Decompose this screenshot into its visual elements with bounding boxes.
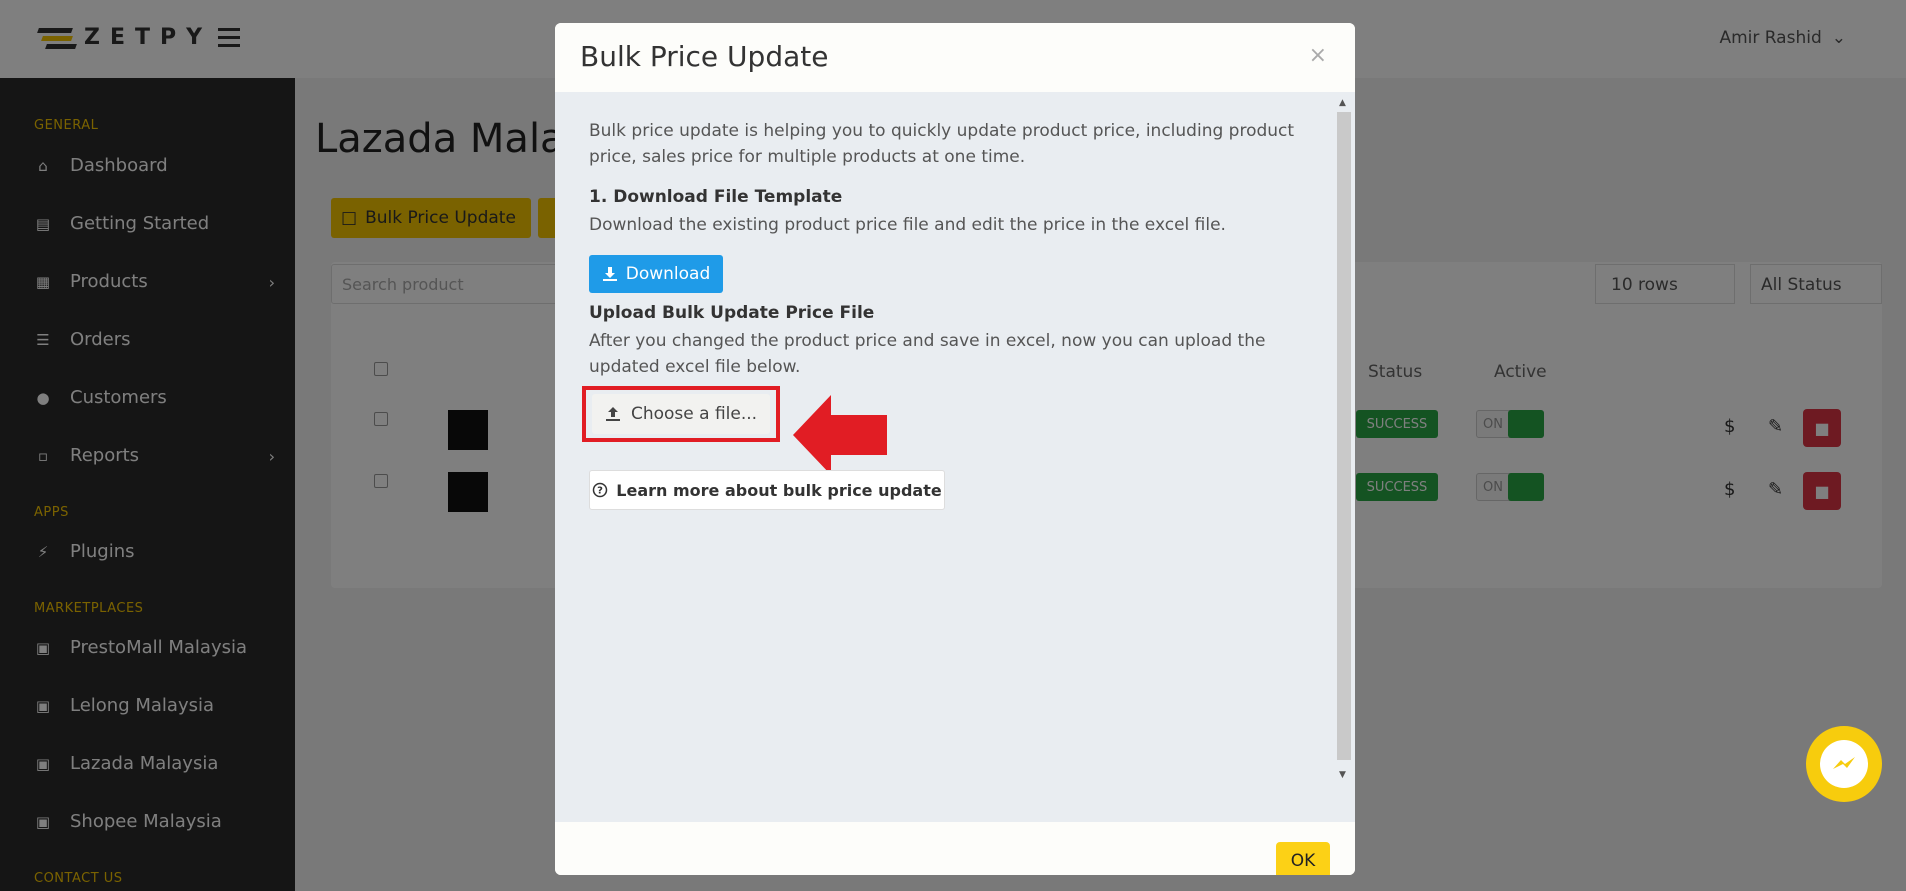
choose-file-button[interactable]: Choose a file... bbox=[592, 394, 770, 434]
learn-more-button[interactable]: ? Learn more about bulk price update bbox=[589, 470, 945, 510]
modal-scrollbar[interactable]: ▲ ▼ bbox=[1335, 98, 1351, 786]
modal-body: Bulk price update is helping you to quic… bbox=[555, 92, 1355, 822]
ok-button[interactable]: OK bbox=[1276, 842, 1330, 875]
step2-description: After you changed the product price and … bbox=[589, 331, 1266, 377]
svg-text:?: ? bbox=[597, 486, 603, 497]
modal-header: Bulk Price Update × bbox=[555, 23, 1355, 91]
bulk-price-update-modal: Bulk Price Update × Bulk price update is… bbox=[555, 23, 1355, 875]
upload-icon bbox=[605, 407, 620, 421]
choose-file-label: Choose a file... bbox=[630, 404, 758, 424]
download-icon bbox=[602, 267, 617, 281]
download-button[interactable]: Download bbox=[589, 255, 723, 293]
modal-title: Bulk Price Update bbox=[580, 40, 829, 73]
choose-file-highlight: Choose a file... bbox=[582, 386, 780, 442]
step1-description: Download the existing product price file… bbox=[589, 215, 1226, 235]
scroll-down-arrow-icon[interactable]: ▼ bbox=[1339, 770, 1346, 780]
scroll-up-arrow-icon[interactable]: ▲ bbox=[1339, 98, 1346, 108]
download-label: Download bbox=[625, 264, 711, 284]
question-circle-icon: ? bbox=[593, 482, 608, 498]
intro-text: Bulk price update is helping you to quic… bbox=[589, 121, 1295, 167]
step1-title: 1. Download File Template bbox=[589, 187, 843, 207]
learn-more-label: Learn more about bulk price update bbox=[616, 480, 942, 500]
red-arrow-pointer-icon bbox=[793, 395, 887, 475]
messenger-icon bbox=[1820, 740, 1868, 788]
close-icon[interactable]: × bbox=[1309, 43, 1327, 68]
messenger-chat-button[interactable] bbox=[1806, 726, 1882, 802]
step2-title: Upload Bulk Update Price File bbox=[589, 303, 875, 323]
scrollbar-thumb[interactable] bbox=[1337, 112, 1351, 760]
modal-footer: OK bbox=[555, 822, 1355, 875]
